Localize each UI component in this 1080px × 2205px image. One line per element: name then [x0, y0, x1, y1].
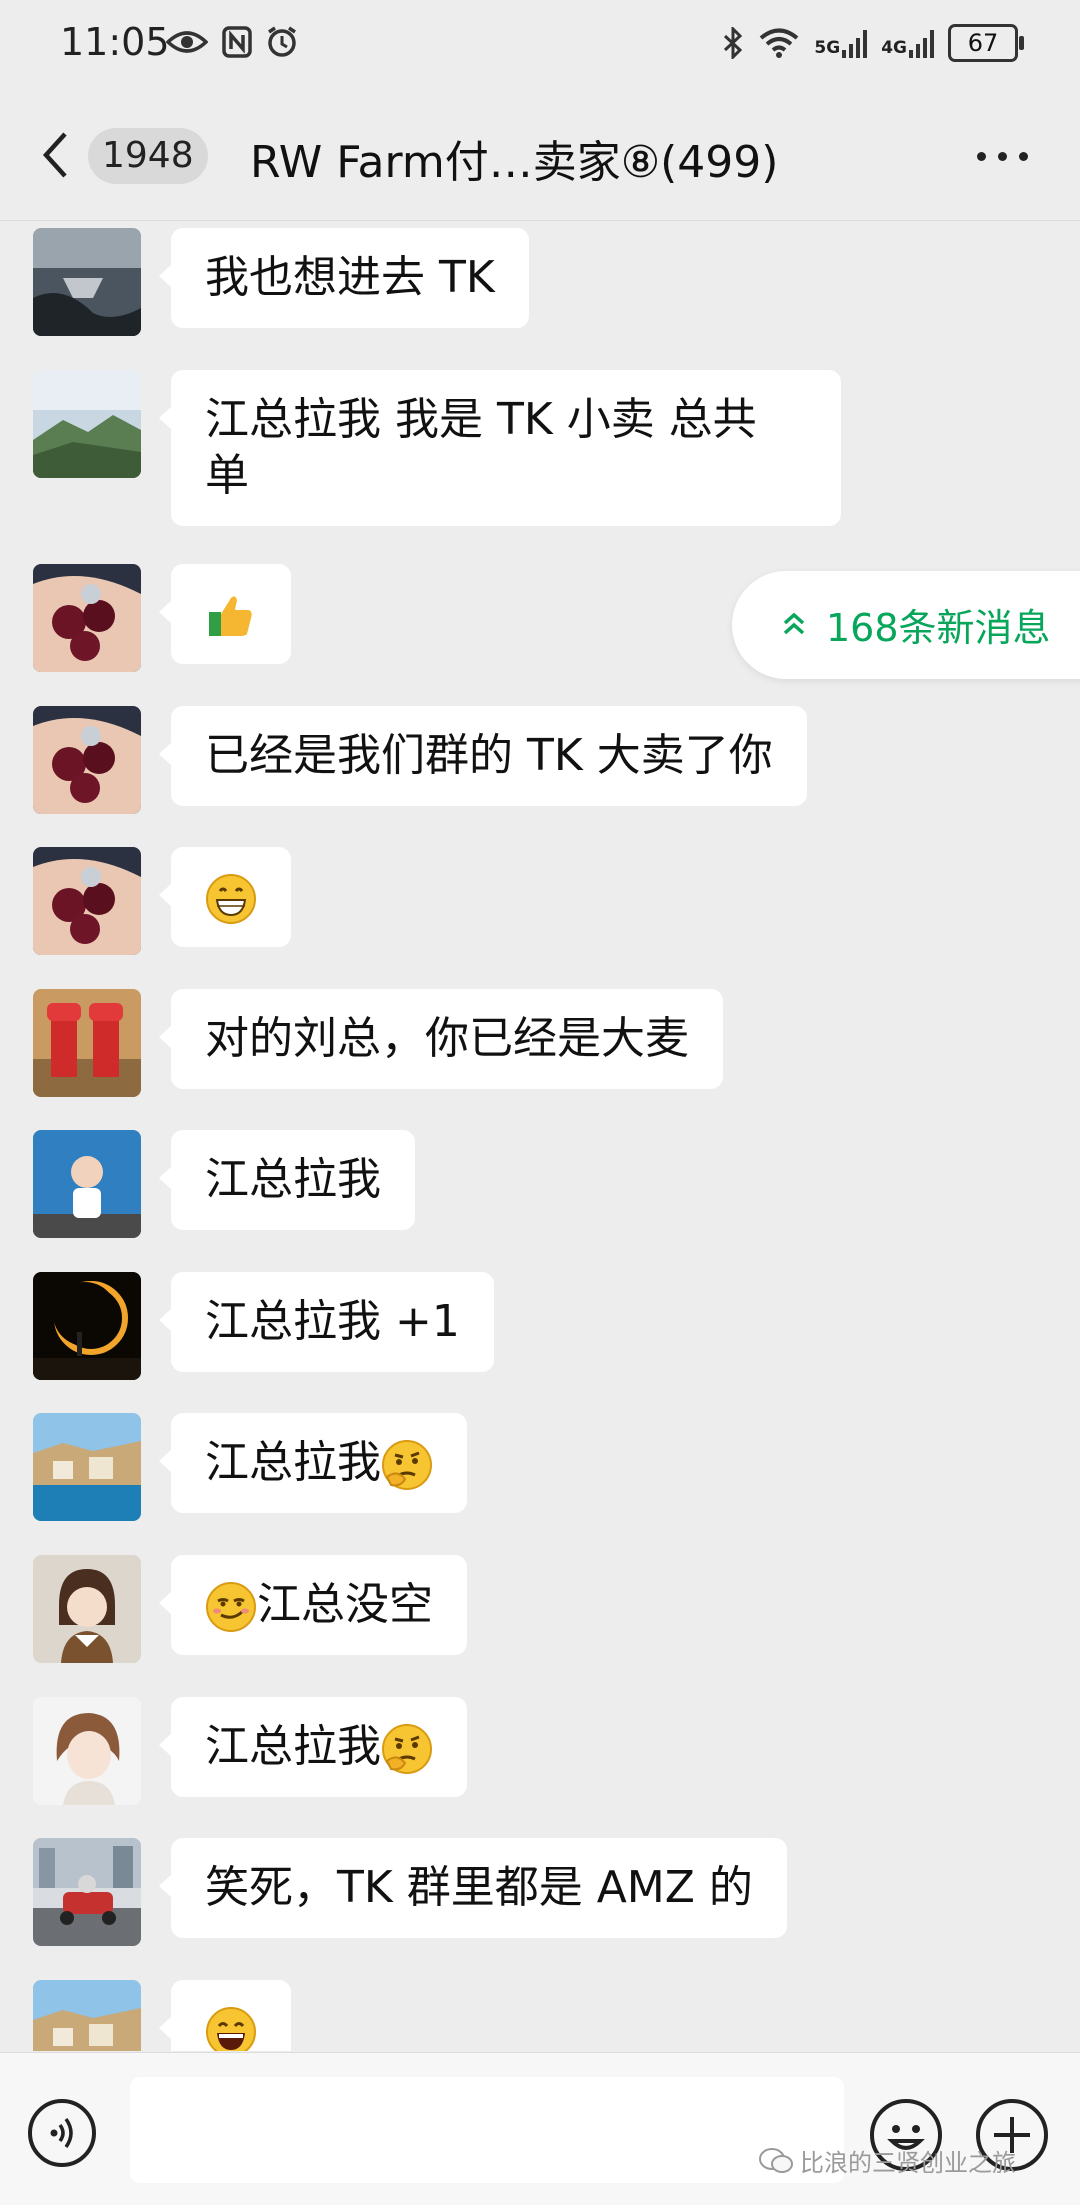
- bluetooth-icon: [724, 27, 743, 59]
- avatar-coastal-town[interactable]: [33, 1980, 141, 2051]
- signal-bars-icon: [842, 28, 868, 58]
- eye-icon: [166, 31, 208, 53]
- avatar-bob-hair-girl[interactable]: [33, 1697, 141, 1805]
- message-row: [33, 847, 291, 955]
- message-text: 江总拉我 我是 TK 小卖 总共: [205, 394, 757, 445]
- message-text: 江总拉我: [205, 1154, 381, 1205]
- wifi-icon: [760, 28, 799, 58]
- message-row: [33, 564, 291, 672]
- message-bubble[interactable]: 江总拉我 +1: [159, 1272, 494, 1372]
- message-row: 江总没空: [33, 1555, 467, 1663]
- avatar-go-kart[interactable]: [33, 1838, 141, 1946]
- battery-icon: 67: [948, 24, 1024, 62]
- message-bubble[interactable]: 江总拉我: [159, 1413, 467, 1513]
- avatar-sea-rocks[interactable]: [33, 228, 141, 336]
- wechat-icon: [759, 2147, 793, 2173]
- thumbs-up-emoji: [209, 596, 252, 636]
- laugh-emoji: [206, 2007, 256, 2051]
- message-row: 江总拉我: [33, 1413, 467, 1521]
- message-bubble[interactable]: 我也想进去 TK: [159, 228, 529, 328]
- message-text: 江总没空: [257, 1579, 433, 1630]
- avatar-bayberries[interactable]: [33, 706, 141, 814]
- message-row: 江总拉我 我是 TK 小卖 总共 单: [33, 370, 841, 526]
- watermark-text: 比浪的三贤创业之旅: [800, 2149, 1016, 2177]
- nfc-icon: [222, 26, 252, 58]
- avatar-red-lanterns[interactable]: [33, 989, 141, 1097]
- thinking-emoji: [382, 1440, 432, 1490]
- message-row: [33, 1980, 291, 2051]
- avatar-girl[interactable]: [33, 1555, 141, 1663]
- avatar-mountains[interactable]: [33, 370, 141, 478]
- chat-header: 1948 RW Farm付…卖家⑧(499): [0, 92, 1080, 221]
- alarm-icon: [268, 26, 296, 57]
- message-text: 我也想进去 TK: [205, 252, 495, 303]
- message-bubble[interactable]: 江总拉我 我是 TK 小卖 总共 单: [159, 370, 841, 526]
- smirk-emoji: [206, 1582, 256, 1632]
- message-bubble[interactable]: [159, 847, 291, 947]
- avatar-coastal-town[interactable]: [33, 1413, 141, 1521]
- more-dot: [998, 152, 1007, 161]
- message-row: 江总拉我: [33, 1130, 415, 1238]
- message-bubble[interactable]: 对的刘总，你已经是大麦: [159, 989, 723, 1089]
- more-dot: [1019, 152, 1028, 161]
- message-text: 江总拉我: [205, 1437, 381, 1488]
- avatar-eclipse[interactable]: [33, 1272, 141, 1380]
- input-bar: 比浪的三贤创业之旅: [0, 2052, 1080, 2205]
- signal-bars-icon: [909, 28, 934, 58]
- message-bubble[interactable]: 笑死，TK 群里都是 AMZ 的: [159, 1838, 787, 1938]
- message-row: 江总拉我: [33, 1697, 467, 1805]
- double-chevron-up-icon: [783, 612, 805, 635]
- avatar-child-blue-wall[interactable]: [33, 1130, 141, 1238]
- avatar-bayberries[interactable]: [33, 847, 141, 955]
- message-bubble[interactable]: [159, 564, 291, 664]
- message-bubble[interactable]: 江总拉我: [159, 1697, 467, 1797]
- message-input[interactable]: [130, 2077, 844, 2183]
- more-dot: [977, 152, 986, 161]
- message-row: 笑死，TK 群里都是 AMZ 的: [33, 1838, 787, 1946]
- message-bubble[interactable]: 已经是我们群的 TK 大卖了你: [159, 706, 807, 806]
- message-bubble[interactable]: [159, 1980, 291, 2051]
- message-text: 江总拉我 +1: [205, 1296, 460, 1347]
- message-text: 笑死，TK 群里都是 AMZ 的: [205, 1862, 753, 1913]
- thinking-emoji: [382, 1724, 432, 1774]
- message-text: 已经是我们群的 TK 大卖了你: [205, 730, 773, 781]
- message-bubble[interactable]: 江总拉我: [159, 1130, 415, 1230]
- signal-4g: 4G: [881, 28, 934, 58]
- grin-emoji: [206, 874, 256, 924]
- message-list[interactable]: 我也想进去 TK 江总拉我 我是 TK 小卖 总共 单 已经是我们群的 TK 大…: [0, 221, 1080, 2051]
- message-row: 对的刘总，你已经是大麦: [33, 989, 723, 1097]
- avatar-bayberries[interactable]: [33, 564, 141, 672]
- new-messages-button[interactable]: 168条新消息: [732, 571, 1080, 679]
- net-label-4g: 4G: [881, 38, 907, 58]
- message-row: 江总拉我 +1: [33, 1272, 494, 1380]
- more-options-button[interactable]: [977, 152, 1028, 161]
- voice-input-button[interactable]: [28, 2099, 96, 2167]
- net-label-5g: 5G: [814, 38, 841, 58]
- message-bubble[interactable]: 江总没空: [159, 1555, 467, 1655]
- message-row: 我也想进去 TK: [33, 228, 529, 336]
- status-bar: 11:05 5G 4G 67: [0, 0, 1080, 92]
- chat-title: RW Farm付…卖家⑧(499): [250, 137, 779, 188]
- status-left-icons: [166, 26, 298, 58]
- back-arrow-icon[interactable]: [40, 130, 70, 180]
- status-right-icons: 5G 4G 67: [722, 24, 1024, 62]
- watermark: 比浪的三贤创业之旅: [758, 2143, 1016, 2178]
- signal-5g: 5G: [814, 28, 868, 58]
- voice-icon: [50, 2117, 73, 2149]
- status-time: 11:05: [60, 20, 170, 64]
- message-text-continued: 单: [205, 450, 249, 501]
- unread-count-badge[interactable]: 1948: [88, 128, 208, 184]
- message-text: 江总拉我: [205, 1721, 381, 1772]
- message-row: 已经是我们群的 TK 大卖了你: [33, 706, 807, 814]
- new-messages-label: 168条新消息: [826, 606, 1051, 650]
- message-text: 对的刘总，你已经是大麦: [205, 1013, 689, 1064]
